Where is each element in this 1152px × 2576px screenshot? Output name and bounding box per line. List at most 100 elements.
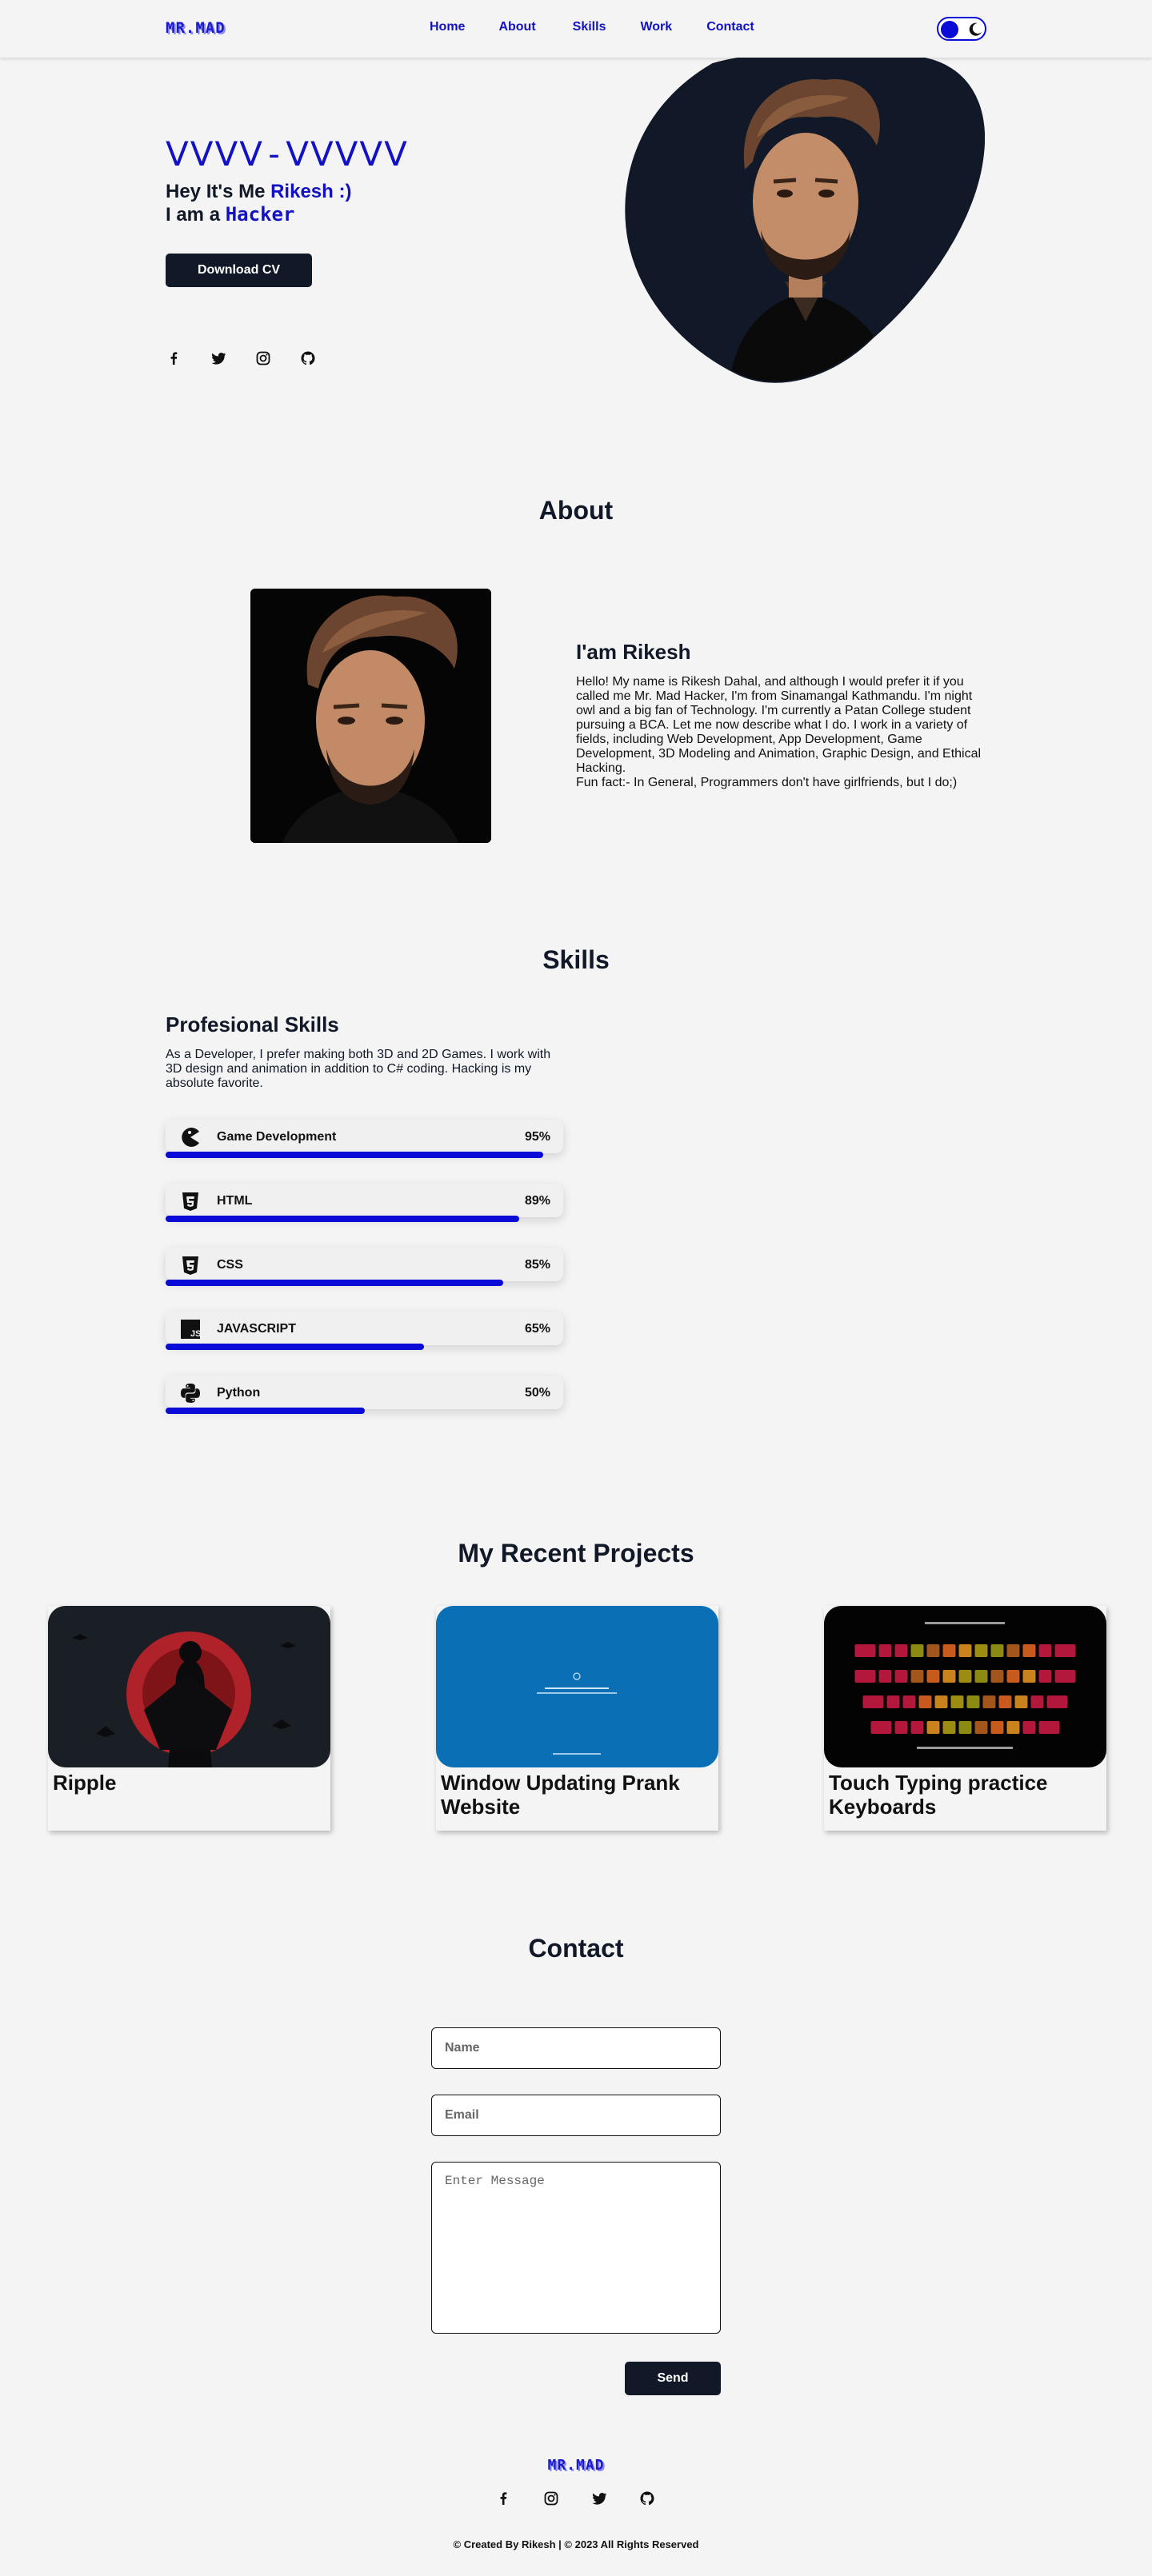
hero-social-links: [166, 350, 316, 366]
facebook-icon[interactable]: [495, 2490, 511, 2506]
greeting-prefix: Hey It's Me: [166, 181, 271, 202]
keyboard-key: [1038, 1670, 1052, 1683]
project-thumbnail: [824, 1606, 1106, 1767]
project-title: Window Updating Prank Website: [441, 1771, 680, 1819]
skill-bar: [166, 1152, 543, 1158]
keyboard-key: [990, 1670, 1004, 1683]
skills-description: As a Developer, I prefer making both 3D …: [166, 1048, 551, 1090]
keyboard-key: [894, 1670, 908, 1683]
keyboard-key: [862, 1695, 884, 1708]
skill-bar: [166, 1408, 365, 1414]
nav-link-contact[interactable]: Contact: [706, 20, 754, 34]
skill-percent: 95%: [524, 1130, 550, 1144]
keyboard-key: [974, 1670, 988, 1683]
skill-bar: [166, 1216, 519, 1222]
hero-portrait: [625, 58, 985, 385]
html5-icon: [182, 1192, 198, 1211]
skill-bar: [166, 1280, 503, 1286]
keyboard-key: [878, 1670, 892, 1683]
greeting-name: Rikesh :): [270, 181, 352, 202]
skill-python: Python 50%: [166, 1376, 563, 1414]
keyboard-key: [966, 1695, 980, 1708]
python-icon: [181, 1384, 200, 1403]
project-card-window-update[interactable]: Window Updating Prank Website: [436, 1606, 718, 1831]
instagram-icon[interactable]: [543, 2490, 559, 2506]
about-title: About: [538, 496, 614, 525]
css3-icon: [182, 1256, 198, 1275]
keyboard-key: [1006, 1644, 1020, 1657]
keyboard-key: [974, 1644, 988, 1657]
keyboard-key: [1054, 1644, 1076, 1657]
instagram-icon[interactable]: [255, 350, 271, 366]
facebook-icon[interactable]: [166, 350, 182, 366]
keyboard-key: [1046, 1695, 1068, 1708]
keyboard-key: [926, 1670, 940, 1683]
about-name: I'am Rikesh: [576, 640, 691, 664]
footer-logo[interactable]: MR.MAD: [0, 2457, 1152, 2474]
role-prefix: I am a: [166, 204, 226, 226]
download-cv-button[interactable]: Download CV: [166, 254, 312, 287]
keyboard-key: [886, 1695, 900, 1708]
js-icon: JS: [181, 1320, 201, 1339]
keyboard-key: [998, 1695, 1012, 1708]
keyboard-key: [1022, 1721, 1036, 1734]
keyboard-key: [958, 1721, 972, 1734]
moon-icon: [969, 22, 982, 36]
skill-percent: 89%: [524, 1194, 550, 1208]
keyboard-key: [950, 1695, 964, 1708]
name-input[interactable]: [431, 2027, 721, 2069]
skill-name: HTML: [217, 1194, 253, 1208]
github-icon[interactable]: [300, 350, 316, 366]
keyboard-key: [1006, 1670, 1020, 1683]
keyboard-key: [958, 1670, 972, 1683]
skill-percent: 85%: [524, 1258, 550, 1272]
email-input[interactable]: [431, 2095, 721, 2136]
nav-link-skills[interactable]: Skills: [573, 20, 606, 34]
keyboard-key: [926, 1644, 940, 1657]
keyboard-key: [910, 1721, 924, 1734]
logo[interactable]: MR.MAD: [166, 19, 226, 37]
keyboard-key: [1038, 1721, 1060, 1734]
about-text: Hello! My name is Rikesh Dahal, and alth…: [576, 675, 984, 790]
keyboard-key: [990, 1721, 1004, 1734]
project-card-touch-typing[interactable]: Touch Typing practice Keyboards: [824, 1606, 1106, 1831]
theme-toggle[interactable]: [937, 17, 986, 41]
nav-link-home[interactable]: Home: [430, 20, 465, 34]
nav-link-about[interactable]: About: [498, 20, 535, 34]
pacman-icon: [182, 1128, 199, 1147]
twitter-icon[interactable]: [210, 350, 226, 366]
github-icon[interactable]: [639, 2490, 655, 2506]
keyboard-key: [942, 1721, 956, 1734]
nav-link-work[interactable]: Work: [640, 20, 672, 34]
skill-name: Game Development: [217, 1130, 337, 1144]
keyboard-key: [918, 1695, 932, 1708]
keyboard-key: [1022, 1644, 1036, 1657]
send-button[interactable]: Send: [625, 2362, 721, 2395]
twitter-icon[interactable]: [591, 2490, 607, 2506]
keyboard-key: [974, 1721, 988, 1734]
project-title: Ripple: [53, 1771, 117, 1795]
keyboard-key: [878, 1644, 892, 1657]
about-fun-fact: Fun fact:- In General, Programmers don't…: [576, 776, 958, 789]
message-input[interactable]: [431, 2162, 721, 2334]
project-card-ripple[interactable]: Ripple: [48, 1606, 330, 1831]
keyboard-key: [990, 1644, 1004, 1657]
keyboard-key: [1006, 1721, 1020, 1734]
svg-text:JS: JS: [190, 1329, 201, 1339]
keyboard-key: [870, 1721, 892, 1734]
contact-title: Contact: [528, 1934, 624, 1963]
skill-name: CSS: [217, 1258, 243, 1272]
role-text: Hacker: [225, 203, 295, 226]
about-paragraph: Hello! My name is Rikesh Dahal, and alth…: [576, 675, 982, 775]
keyboard-key: [958, 1644, 972, 1657]
skills-title: Skills: [542, 945, 610, 974]
keyboard-key: [854, 1644, 876, 1657]
toggle-knob: [941, 21, 958, 38]
projects-title: My Recent Projects: [458, 1539, 694, 1568]
keyboard-key: [934, 1695, 948, 1708]
project-thumbnail: [436, 1606, 718, 1767]
keyboard-key: [1014, 1695, 1028, 1708]
skill-html: HTML 89%: [166, 1184, 563, 1222]
skills-heading: Profesional Skills: [166, 1012, 339, 1036]
keyboard-key: [942, 1670, 956, 1683]
